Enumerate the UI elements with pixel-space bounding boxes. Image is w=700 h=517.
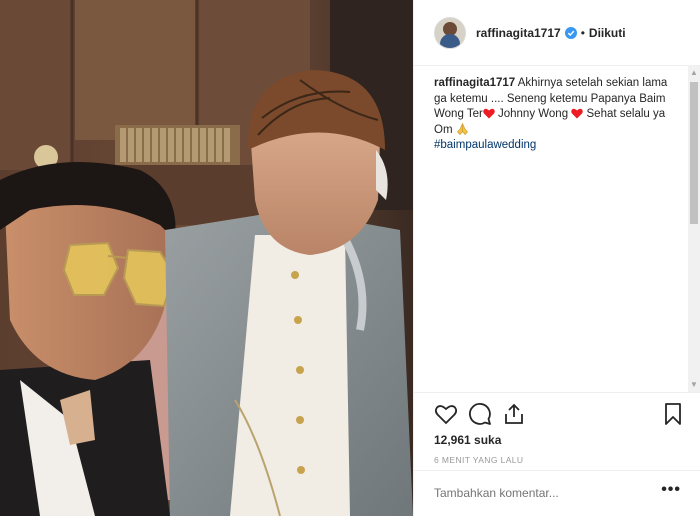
more-options-icon[interactable]: ••• xyxy=(661,481,681,499)
like-heart-icon[interactable] xyxy=(434,402,458,426)
post-side-panel: raffinagita1717 • Diikuti raffinagita171… xyxy=(413,0,700,516)
red-heart-emoji-icon xyxy=(483,108,495,119)
avatar[interactable] xyxy=(434,16,466,49)
share-icon[interactable] xyxy=(502,402,526,426)
caption-text-2: Johnny Wong xyxy=(494,108,572,120)
post-timestamp[interactable]: 6 MENIT YANG LALU xyxy=(434,455,523,465)
post-caption: raffinagita1717 Akhirnya setelah sekian … xyxy=(434,76,670,154)
comment-input[interactable] xyxy=(434,486,654,500)
following-button[interactable]: Diikuti xyxy=(589,26,626,40)
scroll-down-arrow-icon[interactable]: ▼ xyxy=(690,381,698,389)
verified-badge-icon xyxy=(564,26,577,39)
post-photo[interactable] xyxy=(0,0,413,516)
post-header: raffinagita1717 • Diikuti xyxy=(414,0,700,66)
praying-hands-emoji-icon xyxy=(456,122,468,135)
comment-icon[interactable] xyxy=(468,402,492,426)
comment-box: ••• xyxy=(414,470,700,517)
caption-scrollbar[interactable]: ▲ ▼ xyxy=(688,66,700,392)
post-actions: 12,961 suka 6 MENIT YANG LALU ••• xyxy=(414,392,700,516)
scroll-up-arrow-icon[interactable]: ▲ xyxy=(690,69,698,77)
caption-hashtag-link[interactable]: #baimpaulawedding xyxy=(434,139,536,151)
caption-username[interactable]: raffinagita1717 xyxy=(434,77,515,89)
like-count[interactable]: 12,961 suka xyxy=(434,433,501,447)
photo-image xyxy=(0,0,413,516)
bookmark-icon[interactable] xyxy=(661,402,685,426)
red-heart-emoji-icon xyxy=(571,108,584,119)
header-username[interactable]: raffinagita1717 xyxy=(476,26,561,40)
header-separator: • xyxy=(580,25,585,40)
scrollbar-thumb[interactable] xyxy=(690,82,698,224)
